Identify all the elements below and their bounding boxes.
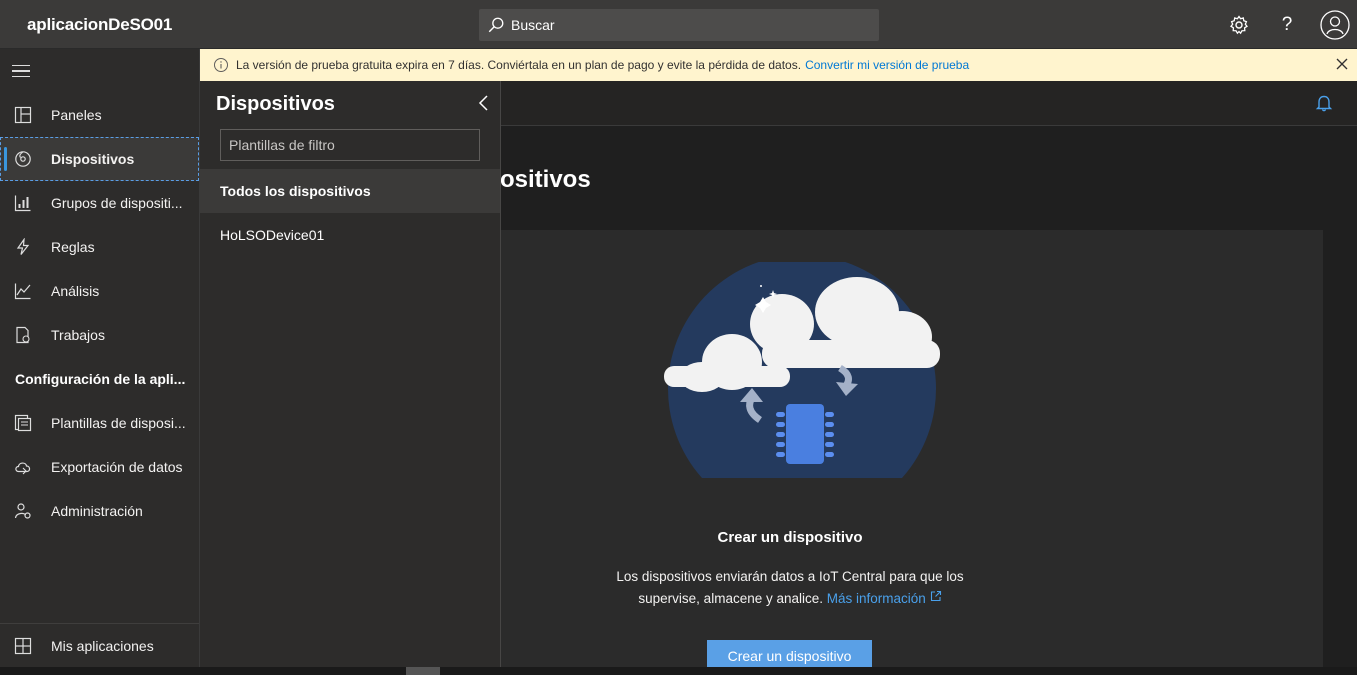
search-icon [488, 17, 504, 33]
sidebar-item-grupos[interactable]: Grupos de dispositi... [0, 181, 199, 225]
help-icon: ? [1281, 14, 1293, 35]
convert-trial-link[interactable]: Convertir mi versión de prueba [805, 58, 969, 72]
data-export-icon [15, 462, 31, 475]
empty-desc-line1: Los dispositivos enviarán datos a IoT Ce… [616, 569, 964, 584]
left-navigation: Paneles Dispositivos Grupos de dispositi… [0, 49, 200, 675]
app-title[interactable]: aplicacionDeSO01 [27, 15, 172, 35]
device-list-item[interactable]: HoLSODevice01 [200, 213, 500, 257]
sidebar-item-analisis[interactable]: Análisis [0, 269, 199, 313]
sidebar-item-mis-aplicaciones[interactable]: Mis aplicaciones [0, 624, 199, 668]
device-list-item-all[interactable]: Todos los dispositivos [200, 169, 500, 213]
trial-banner: La versión de prueba gratuita expira en … [200, 49, 1357, 81]
sidebar-item-label: Exportación de datos [51, 459, 183, 475]
info-icon [214, 58, 228, 72]
device-templates-icon [14, 414, 32, 432]
horizontal-scrollbar[interactable] [0, 667, 1357, 675]
settings-button[interactable] [1224, 10, 1254, 40]
search-label: Buscar [511, 17, 555, 33]
sidebar-item-exportacion[interactable]: Exportación de datos [0, 445, 199, 489]
section-header-configuracion: Configuración de la apli... [15, 371, 186, 387]
analytics-icon [14, 283, 31, 300]
search-box[interactable]: Buscar [479, 9, 879, 41]
account-button[interactable] [1320, 10, 1350, 40]
my-apps-icon [14, 637, 32, 655]
chevron-left-icon[interactable] [476, 94, 492, 112]
rules-icon [16, 238, 30, 255]
more-info-link[interactable]: Más información [826, 590, 942, 606]
close-icon[interactable] [1335, 57, 1349, 71]
sidebar-item-label: Reglas [51, 239, 95, 255]
page-title: ositivos [500, 166, 591, 193]
sidebar-item-label: Administración [51, 503, 143, 519]
devices-icon [15, 151, 31, 167]
sidebar-item-label: Grupos de dispositi... [51, 195, 183, 211]
sidebar-item-paneles[interactable]: Paneles [0, 93, 199, 137]
administration-icon [14, 503, 31, 519]
sidebar-item-label: Mis aplicaciones [51, 638, 154, 654]
sidebar-item-label: Trabajos [51, 327, 105, 343]
sidebar-item-label: Análisis [51, 283, 100, 299]
user-avatar-icon [1320, 10, 1350, 40]
devices-flyout-panel: Dispositivos Todos los dispositivos HoLS… [200, 81, 501, 675]
dashboard-icon [14, 106, 32, 124]
sidebar-item-reglas[interactable]: Reglas [0, 225, 199, 269]
empty-desc-line2: supervise, almacene y analice. [638, 591, 824, 606]
filter-templates-input[interactable] [220, 129, 480, 161]
flyout-title: Dispositivos [216, 93, 335, 115]
banner-message: La versión de prueba gratuita expira en … [236, 58, 802, 72]
sidebar-item-label: Dispositivos [51, 151, 135, 167]
scrollbar-thumb[interactable] [406, 667, 440, 675]
hamburger-menu-icon[interactable] [12, 61, 34, 81]
empty-state-title: Crear un dispositivo [717, 529, 863, 546]
more-info-label: Más información [826, 591, 926, 606]
sidebar-item-label: Paneles [51, 107, 102, 123]
sidebar-item-dispositivos[interactable]: Dispositivos [0, 137, 199, 181]
sidebar-item-trabajos[interactable]: Trabajos [0, 313, 199, 357]
sidebar-item-plantillas[interactable]: Plantillas de disposi... [0, 401, 199, 445]
empty-state-description: Los dispositivos enviarán datos a IoT Ce… [580, 566, 1000, 610]
content-header [500, 81, 1357, 126]
notification-bell-icon[interactable] [1315, 94, 1333, 112]
sidebar-item-label: Plantillas de disposi... [51, 415, 186, 431]
sidebar-item-administracion[interactable]: Administración [0, 489, 199, 533]
cloud-device-illustration [664, 262, 940, 478]
gear-icon [1230, 15, 1248, 35]
help-button[interactable]: ? [1272, 10, 1302, 40]
top-bar: aplicacionDeSO01 Buscar ? [0, 0, 1357, 49]
external-link-icon [930, 590, 941, 602]
device-groups-icon [14, 195, 31, 212]
jobs-icon [16, 326, 30, 344]
